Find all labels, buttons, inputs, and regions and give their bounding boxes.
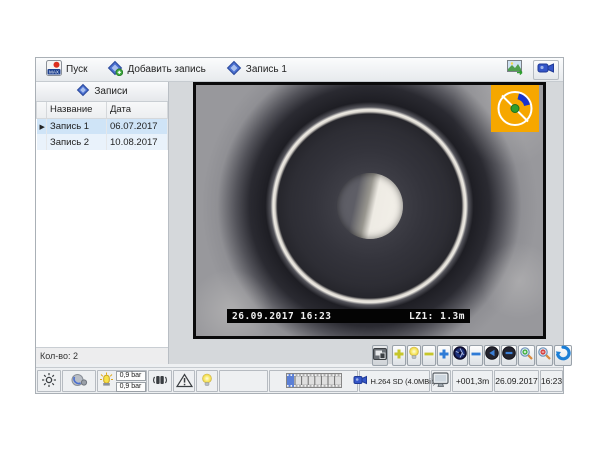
bulb-icon [408,346,420,365]
display-toggle-icon [373,347,387,365]
records-panel: Записи Название Дата ▶ Запись 1 06.07.20… [36,82,169,364]
osd-datetime: 26.09.2017 16:23 [232,311,332,322]
plus-blue-icon [438,347,450,365]
zoom-in-icon [519,346,534,366]
status-spacer [219,370,268,392]
focus-near-button[interactable] [484,345,500,366]
aperture-icon [453,346,467,365]
pipe-bore-center [337,173,403,239]
transmitter-icon [150,373,170,389]
date-status: 26.09.2017 [494,370,539,392]
light-button[interactable] [407,345,421,366]
record-name-cell: Запись 2 [47,134,107,150]
codec-status: H.264 SD (4.0MBit) [359,370,430,392]
brightness-icon [41,372,57,390]
zoom-out-button[interactable] [536,345,553,366]
monitor-status [431,370,451,392]
light-increase-button[interactable] [392,345,406,366]
record-date-cell: 10.08.2017 [107,134,168,150]
main-toolbar: MAX Пуск Добавить запись Запись 1 [36,58,563,82]
brightness-indicator[interactable] [37,370,61,392]
video-camera-button[interactable] [533,60,559,80]
filmstrip-icon [286,373,342,390]
minus-yellow-icon [423,347,435,365]
records-panel-header[interactable]: Записи [36,82,168,102]
video-osd-bar: 26.09.2017 16:23 LZ1: 1.3m [227,309,470,323]
warning-icon [176,373,193,390]
diamond-plus-icon [107,60,123,79]
app-window: MAX Пуск Добавить запись Запись 1 [35,57,564,394]
selected-row-marker: ▶ [40,124,45,131]
circle-back-icon [485,346,499,365]
zoom-out-icon [537,346,552,366]
focus-far-button[interactable] [501,345,517,366]
compass-roll-icon [491,85,539,137]
records-table: Название Дата ▶ Запись 1 06.07.2017 Запи… [36,102,168,150]
snapshot-export-button[interactable] [503,60,529,80]
recording-progress [269,370,358,392]
display-toggle-button[interactable] [372,345,388,366]
plus-yellow-icon [393,347,405,365]
zoom-in-button[interactable] [518,345,535,366]
osd-position: LZ1: 1.3m [409,311,465,322]
camera-head-icon [70,373,88,389]
records-table-marker-header [37,102,47,118]
add-record-button-label: Добавить запись [127,64,205,75]
transmitter-indicator [148,370,172,392]
date-value: 26.09.2017 [495,376,538,386]
record-1-button-label: Запись 1 [246,64,287,75]
status-bar: 0,9 bar 0,9 bar H.264 SD (4.0MBit) +001,… [36,367,563,393]
record-date-cell: 06.07.2017 [107,118,168,134]
record-name-cell: Запись 1 [47,118,107,134]
codec-label: H.264 SD (4.0MBit) [370,377,435,386]
iris-decrease-button[interactable] [469,345,483,366]
max-logo-icon: MAX [46,60,62,79]
table-row[interactable]: Запись 2 10.08.2017 [37,134,168,150]
iris-increase-button[interactable] [437,345,451,366]
record-1-button[interactable]: Запись 1 [219,60,294,80]
pressure-indicator: 0,9 bar 0,9 bar [97,370,147,392]
aperture-button[interactable] [452,345,468,366]
video-area: 26.09.2017 16:23 LZ1: 1.3m [169,82,563,364]
diamond-icon [226,60,242,79]
video-camera-icon [537,61,555,80]
records-panel-title: Записи [94,86,127,97]
reset-icon [555,345,571,366]
start-button[interactable]: MAX Пуск [39,60,94,80]
camera-control-strip [169,343,563,368]
records-table-date-header[interactable]: Дата [107,102,168,118]
diamond-icon [76,83,90,100]
reset-view-button[interactable] [554,345,572,366]
bulb-on-icon [201,373,213,389]
circle-minus-icon [502,346,516,365]
monitor-icon [432,372,450,390]
minus-blue-icon [470,347,482,365]
add-record-button[interactable]: Добавить запись [100,60,212,80]
video-frame: 26.09.2017 16:23 LZ1: 1.3m [193,82,546,339]
records-count-label: Кол-во: 2 [36,347,168,364]
table-row[interactable]: ▶ Запись 1 06.07.2017 [37,118,168,134]
lamp-indicator[interactable] [196,370,218,392]
pressure-top-value: 0,9 bar [116,371,146,381]
pressure-values: 0,9 bar 0,9 bar [116,371,146,392]
records-table-name-header[interactable]: Название [47,102,107,118]
time-status: 16:23 [540,370,563,392]
warning-indicator [173,370,195,392]
camera-head-indicator[interactable] [62,370,96,392]
start-button-label: Пуск [66,64,87,75]
video-camera-icon [353,374,368,388]
pressure-bottom-value: 0,9 bar [116,382,146,392]
led-icon [99,372,114,390]
image-export-icon [507,60,525,80]
distance-value: +001,3m [456,376,489,386]
time-value: 16:23 [541,376,562,386]
light-decrease-button[interactable] [422,345,436,366]
svg-text:MAX: MAX [49,69,59,74]
desktop: MAX Пуск Добавить запись Запись 1 [0,0,600,450]
distance-status: +001,3m [452,370,493,392]
toolbar-right-group [503,60,559,80]
